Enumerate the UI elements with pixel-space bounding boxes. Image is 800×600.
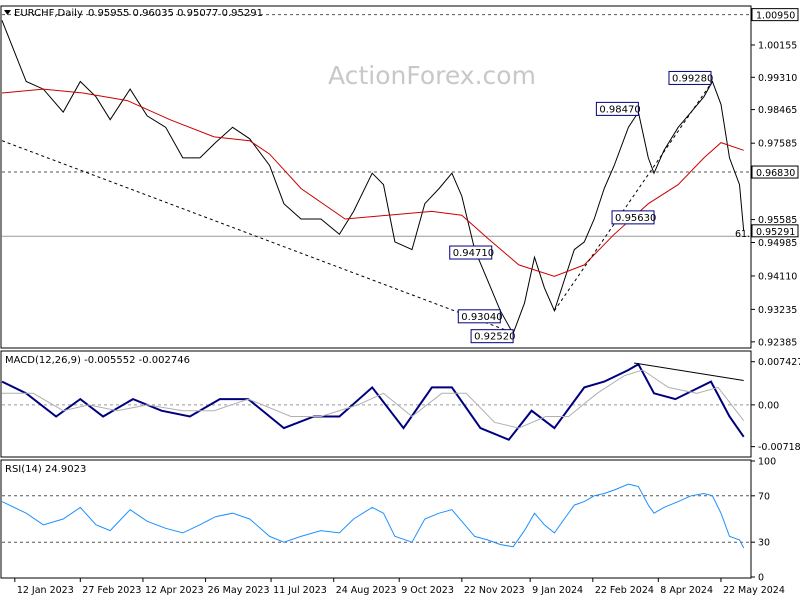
x-tick-label: 12 Jan 2023 <box>17 585 74 596</box>
annotation-label: 0.92520 <box>474 332 515 343</box>
y-tick-label: 30 <box>758 538 770 549</box>
annotation-label: 0.98470 <box>599 104 640 115</box>
y-tick-label: 0.97585 <box>758 139 797 150</box>
y-tick-label: 0.94110 <box>758 271 797 282</box>
rsi-layer: 100 70 30 0 <box>1 457 776 584</box>
x-tick-label: 27 Feb 2023 <box>82 585 141 596</box>
y-tick-label: 0.007427 <box>758 357 800 368</box>
macd-panel-frame <box>0 350 752 458</box>
x-tick-label: 11 Jul 2023 <box>273 585 327 596</box>
y-tick-label: 0.99310 <box>758 73 797 84</box>
series-line-1 <box>1 88 744 277</box>
y-tick-label: 100 <box>758 457 776 468</box>
y-tick-label: 0.92385 <box>758 337 797 348</box>
series-line-1 <box>2 369 745 429</box>
y-tick-label: -0.007186 <box>758 442 800 453</box>
support-trendline <box>1 140 514 334</box>
series-line-0 <box>1 483 745 549</box>
y-tick-label: 70 <box>758 491 770 502</box>
series-line-0 <box>1 362 745 441</box>
y-tick-label: 0.93235 <box>758 305 797 316</box>
boxed-level-label: 1.00950 <box>756 11 795 22</box>
divergence-line <box>634 362 744 381</box>
y-tick-label: 0 <box>758 573 764 584</box>
x-tick-label: 9 Jan 2024 <box>532 585 583 596</box>
y-tick-label: 0.98465 <box>758 105 797 116</box>
x-tick-label: 22 Feb 2024 <box>595 585 654 596</box>
x-tick-label: 12 Apr 2023 <box>145 585 204 596</box>
x-tick-label: 22 May 2024 <box>723 585 785 596</box>
annotation-label: 0.99280 <box>672 73 713 84</box>
rsi-panel-frame <box>0 459 752 579</box>
x-tick-label: 22 Nov 2023 <box>464 585 525 596</box>
watermark: ActionForex.com <box>328 61 536 90</box>
macd-title: MACD(12,26,9) -0.005552 -0.002746 <box>5 355 190 366</box>
macd-layer: 0.007427 0.00 -0.007186 <box>1 357 800 453</box>
x-tick-label: 26 May 2023 <box>208 585 270 596</box>
symbol-label: EURCHF,Daily <box>14 8 83 19</box>
current-price-label: 0.95291 <box>756 227 795 238</box>
x-axis: 12 Jan 2023 27 Feb 2023 12 Apr 2023 26 May … <box>14 578 785 596</box>
ohlc-values: 0.95955 0.96035 0.95077 0.95291 <box>88 8 263 19</box>
forex-chart: ActionForex.com 61.81.009501.001550.9931… <box>0 5 800 596</box>
x-tick-label: 9 Oct 2023 <box>401 585 454 596</box>
annotation-label: 0.95630 <box>615 213 656 224</box>
price-layer: 61.81.009501.001550.993100.984650.975850… <box>1 8 799 348</box>
boxed-level-label: 0.96830 <box>756 168 795 179</box>
x-tick-label: 24 Aug 2023 <box>336 585 397 596</box>
annotation-label: 0.93040 <box>461 312 502 323</box>
x-tick-label: 8 Apr 2024 <box>660 585 713 596</box>
rsi-title: RSI(14) 24.9023 <box>5 464 86 475</box>
y-tick-label: 0.00 <box>758 400 779 411</box>
y-tick-label: 1.00155 <box>758 41 797 52</box>
y-tick-label: 0.94985 <box>758 238 797 249</box>
annotation-label: 0.94710 <box>453 248 494 259</box>
